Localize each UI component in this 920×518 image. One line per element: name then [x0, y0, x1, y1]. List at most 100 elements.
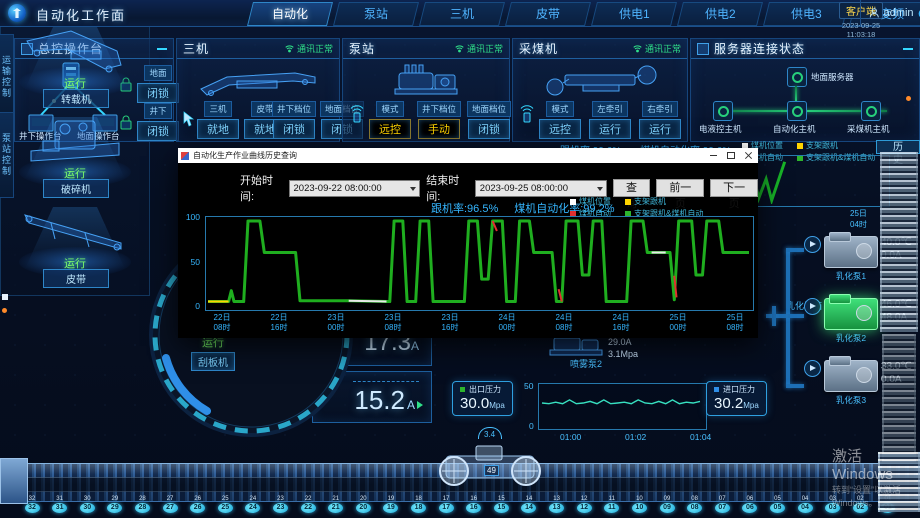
next-page-button[interactable]: 下一页	[710, 179, 758, 197]
end-time-input[interactable]: 2023-09-25 08:00:00	[475, 180, 607, 197]
belt-current-value: 15.2	[354, 385, 405, 416]
left-equipment-panel: 三机 运行 转载机 运行 破碎机	[0, 0, 150, 296]
pump-mode-button[interactable]: 远控	[369, 119, 411, 139]
tab-三机[interactable]: 三机	[419, 2, 505, 26]
right-haul-button[interactable]: 运行	[639, 119, 681, 139]
left-haul-button[interactable]: 运行	[589, 119, 631, 139]
minimize-button[interactable]	[704, 148, 722, 163]
tab-泵站[interactable]: 泵站	[333, 2, 419, 26]
support-28[interactable]: 2828	[134, 496, 150, 513]
support-14[interactable]: 1414	[521, 496, 537, 513]
close-button[interactable]	[740, 148, 758, 163]
comm-status-label: 通讯正常	[645, 42, 681, 55]
support-30[interactable]: 3030	[79, 496, 95, 513]
sanji-local-button[interactable]: 就地	[197, 119, 239, 139]
play-icon[interactable]	[804, 298, 821, 315]
signal-icon	[349, 105, 365, 123]
support-07[interactable]: 0707	[714, 496, 730, 513]
support-22[interactable]: 2222	[300, 496, 316, 513]
equipment-name-button[interactable]: 转载机	[43, 89, 109, 108]
support-09[interactable]: 0909	[659, 496, 675, 513]
antenna-icon	[285, 44, 294, 53]
app-logo-icon	[8, 4, 26, 22]
support-06[interactable]: 0606	[742, 496, 758, 513]
antenna-icon	[455, 44, 464, 53]
dialog-titlebar[interactable]: 自动化生产作业曲线历史查询	[178, 148, 758, 163]
maximize-button[interactable]	[722, 148, 740, 163]
spray-pressure: 3.1Mpa	[608, 348, 638, 360]
support-19[interactable]: 1919	[383, 496, 399, 513]
equipment-item-transfer[interactable]: 运行 转载机	[1, 23, 149, 111]
panel-pump-station: 泵站 通讯正常 模式远控 井下档位手动 地面档位闭锁	[342, 38, 510, 142]
dialog-xtick: 22日16时	[262, 313, 296, 333]
ctl-tag: 模式	[546, 101, 573, 117]
support-04[interactable]: 0404	[797, 496, 813, 513]
pressure-chart-line	[539, 384, 704, 427]
tab-自动化[interactable]: 自动化	[247, 2, 333, 26]
collapse-icon[interactable]	[157, 48, 167, 50]
support-08[interactable]: 0808	[687, 496, 703, 513]
watermark-line2: 转到“设置”以激活 Windows。	[832, 483, 920, 509]
support-29[interactable]: 2929	[107, 496, 123, 513]
play-icon[interactable]	[804, 236, 821, 253]
support-05[interactable]: 0505	[769, 496, 785, 513]
panel-title: 泵站	[349, 40, 375, 57]
tab-皮带[interactable]: 皮带	[505, 2, 591, 26]
support-23[interactable]: 2323	[272, 496, 288, 513]
dialog-xtick: 23日00时	[319, 313, 353, 333]
scraper-group: 运行 刮板机	[184, 334, 242, 371]
dialog-xtick: 22日08时	[205, 313, 239, 333]
support-18[interactable]: 1818	[411, 496, 427, 513]
collapse-icon[interactable]	[903, 48, 913, 50]
scraper-button[interactable]: 刮板机	[191, 352, 235, 371]
equipment-item-crusher[interactable]: 运行 破碎机	[1, 113, 149, 201]
inlet-unit: Mpa	[743, 401, 759, 410]
support-16[interactable]: 1616	[466, 496, 482, 513]
legend-square	[570, 199, 576, 205]
dialog-chart	[205, 216, 754, 311]
support-21[interactable]: 2121	[328, 496, 344, 513]
prev-page-button[interactable]: 前一页	[656, 179, 704, 197]
shearer-mode-button[interactable]: 远控	[539, 119, 581, 139]
support-13[interactable]: 1313	[549, 496, 565, 513]
query-button[interactable]: 查询	[613, 179, 651, 197]
pump-ground-gear-button[interactable]: 闭锁	[468, 119, 510, 139]
ctl-tag: 左牵引	[592, 101, 628, 117]
tab-供电1[interactable]: 供电1	[591, 2, 677, 26]
pump-underground-gear-button[interactable]: 手动	[418, 119, 460, 139]
belt-current-unit: A	[407, 398, 415, 412]
tab-供电2[interactable]: 供电2	[677, 2, 763, 26]
support-17[interactable]: 1717	[438, 496, 454, 513]
underground-gear-button[interactable]: 闭锁	[273, 119, 315, 139]
support-15[interactable]: 1515	[493, 496, 509, 513]
dialog-xtick: 24日16时	[604, 313, 638, 333]
hand-pointer-icon	[181, 111, 195, 127]
support-11[interactable]: 1111	[604, 496, 620, 513]
inlet-value: 30.2	[714, 395, 743, 412]
support-31[interactable]: 3131	[52, 496, 68, 513]
outlet-label: 出口压力	[469, 384, 501, 395]
support-24[interactable]: 2424	[245, 496, 261, 513]
support-10[interactable]: 1010	[631, 496, 647, 513]
belt-machine-image	[21, 205, 129, 257]
support-26[interactable]: 2626	[190, 496, 206, 513]
equipment-name-button[interactable]: 破碎机	[43, 179, 109, 198]
equipment-name-button[interactable]: 皮带	[43, 269, 109, 288]
panel-server-status: 服务器连接状态 地面服务器 电液控主机 自动化主机 采煤机主机	[690, 38, 920, 142]
support-20[interactable]: 2020	[355, 496, 371, 513]
ctl-tag: 井下档位	[417, 101, 461, 117]
dialog-xtick: 23日08时	[376, 313, 410, 333]
pipe-stub	[786, 248, 804, 252]
start-time-input[interactable]: 2023-09-22 08:00:00	[289, 180, 421, 197]
support-32[interactable]: 3232	[24, 496, 40, 513]
support-25[interactable]: 2525	[217, 496, 233, 513]
support-12[interactable]: 1212	[576, 496, 592, 513]
pump-image	[824, 298, 878, 330]
legend-square	[625, 199, 631, 205]
play-icon[interactable]	[804, 360, 821, 377]
marker-square	[2, 294, 8, 300]
equipment-item-belt[interactable]: 运行 皮带	[1, 203, 149, 291]
comm-status: 通讯正常	[285, 42, 333, 55]
pump-name: 乳化泵2	[824, 332, 878, 344]
support-27[interactable]: 2727	[162, 496, 178, 513]
